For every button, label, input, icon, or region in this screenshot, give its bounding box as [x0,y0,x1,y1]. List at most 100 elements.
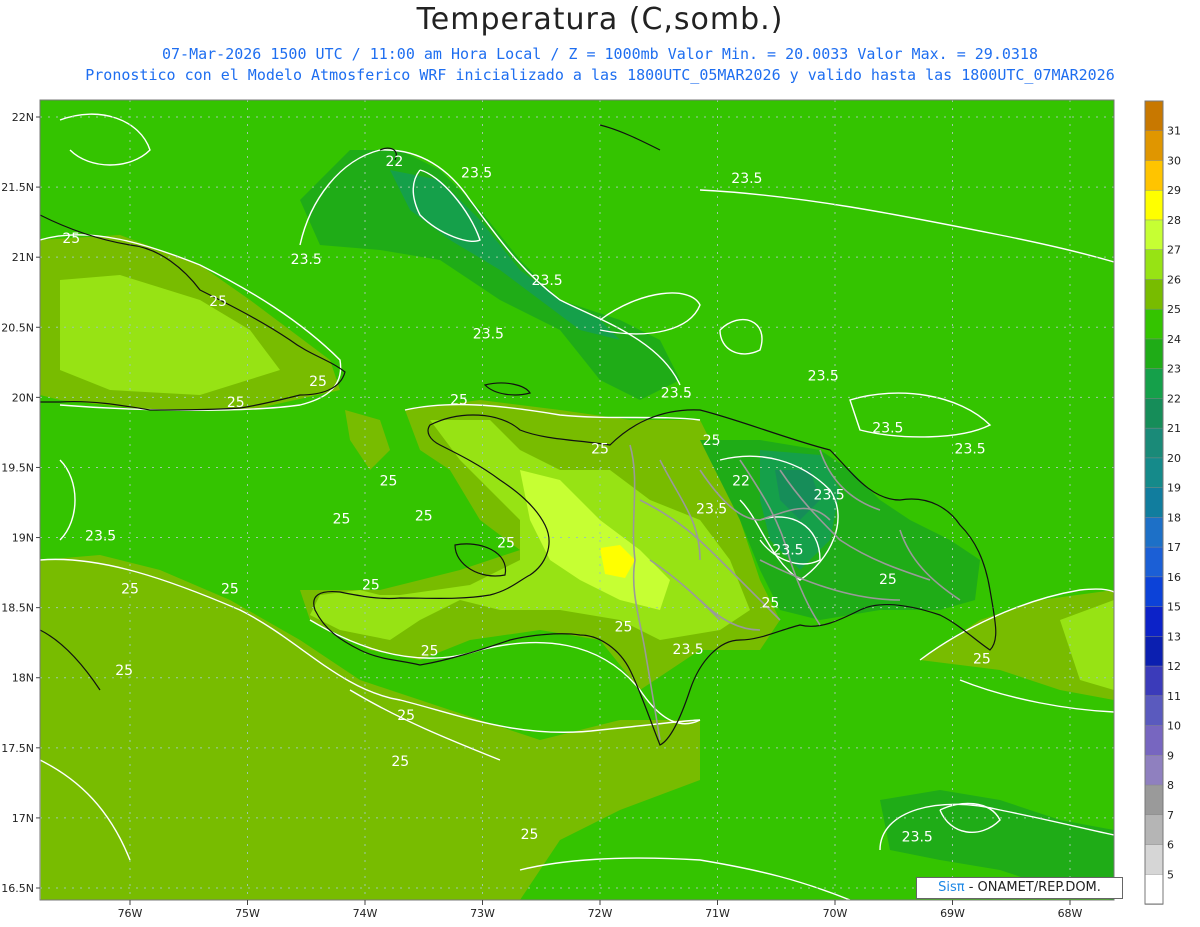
lat-label: 18N [12,672,34,685]
contour-label: 23.5 [85,528,116,544]
contour-label: 25 [397,708,415,724]
color-legend: 31 30 29 28 27 26 25 24 23 22 21 20 19 18 17 16 15 13 12 11… [1144,100,1181,905]
credit-text: - ONAMET/REP.DOM. [964,880,1101,895]
lon-label: 75W [235,907,260,920]
lon-label: 69W [940,907,965,920]
legend-label: 10 [1167,720,1181,733]
legend-swatch [1144,546,1164,578]
weather-map: 22N 21.5N 21N 20.5N 20N 19.5N 19N 18.5N 18N 17.5N… [1,99,1181,920]
legend-label: 22 [1167,392,1181,405]
credit-box: Sisπ - ONAMET/REP.DOM. [916,877,1123,899]
legend-swatch [1144,576,1164,608]
lat-label: 17N [12,812,34,825]
model-description-line: Pronostico con el Modelo Atmosferico WRF… [85,66,1115,84]
legend-label: 28 [1167,214,1181,227]
legend-label: 25 [1167,303,1181,316]
legend-label: 24 [1167,333,1181,346]
lon-label: 71W [705,907,730,920]
contour-label: 25 [761,596,779,612]
contour-label: 23.5 [872,420,903,436]
legend-label: 6 [1167,839,1174,852]
legend-swatch [1144,606,1164,638]
contour-label: 23.5 [532,273,563,289]
forecast-time-line: 07-Mar-2026 1500 UTC / 11:00 am Hora Loc… [162,45,1038,63]
contour-label: 25 [521,827,539,843]
contour-label: 25 [450,392,468,408]
lat-label: 22N [12,111,34,124]
lon-label: 74W [353,907,378,920]
legend-swatch [1144,457,1164,489]
contour-label: 23.5 [808,369,839,385]
contour-label: 25 [121,582,139,598]
lat-label: 19.5N [1,461,34,474]
contour-label: 25 [615,619,633,635]
contour-label: 25 [415,509,433,525]
legend-label: 17 [1167,541,1181,554]
lat-label: 19N [12,532,34,545]
contour-label: 25 [227,395,245,411]
legend-swatch [1144,368,1164,400]
credit-brand: Sisπ [938,880,965,895]
contour-label: 25 [879,572,897,588]
legend-label: 26 [1167,273,1181,286]
legend-swatch [1144,279,1164,310]
legend-label: 23 [1167,363,1181,376]
legend-swatch [1144,814,1164,846]
legend-swatch [1144,130,1164,162]
legend-swatch [1144,487,1164,519]
contour-label: 25 [309,374,327,390]
legend-label: 18 [1167,511,1181,524]
legend-swatch [1144,784,1164,816]
lon-label: 76W [118,907,143,920]
legend-label: 21 [1167,422,1181,435]
contour-label: 25 [703,433,721,449]
legend-label: 15 [1167,601,1181,614]
legend-label: 5 [1167,868,1174,881]
contour-label: 23.5 [731,171,762,187]
contour-label: 23.5 [461,165,492,181]
legend-swatch [1144,874,1164,905]
contour-label: 25 [362,577,380,593]
contour-label: 23.5 [473,326,504,342]
legend-swatch [1144,100,1164,132]
legend-label: 19 [1167,482,1181,495]
lon-label: 73W [470,907,495,920]
lat-label: 20N [12,391,34,404]
contour-label: 25 [333,512,351,528]
legend-swatch [1144,695,1164,727]
legend-swatch [1144,844,1164,876]
contour-label: 25 [380,474,398,490]
contour-label: 25 [115,663,133,679]
map-title: Temperatura (C,somb.) [416,2,784,37]
legend-swatch [1144,398,1164,429]
legend-swatch [1144,665,1164,697]
contour-label: 25 [221,582,239,598]
legend-swatch [1144,725,1164,757]
legend-label: 30 [1167,154,1181,167]
legend-swatch [1144,308,1164,340]
lat-label: 20.5N [1,321,34,334]
legend-label: 20 [1167,452,1181,465]
contour-label: 25 [62,231,80,247]
legend-swatch [1144,160,1164,191]
lat-label: 18.5N [1,602,34,615]
legend-swatch [1144,249,1164,281]
contour-label: 23.5 [814,488,845,504]
lat-label: 16.5N [1,882,34,895]
latitude-labels: 22N 21.5N 21N 20.5N 20N 19.5N 19N 18.5N 18N 17.5N… [1,111,40,895]
contour-label: 25 [497,535,515,551]
lon-label: 70W [823,907,848,920]
contour-label: 23.5 [661,385,692,401]
contour-label: 22 [385,154,403,170]
legend-label: 12 [1167,660,1181,673]
contour-label: 23.5 [673,642,704,658]
legend-swatch [1144,755,1164,786]
legend-label: 31 [1167,125,1181,138]
contour-label: 25 [973,652,991,668]
contour-label: 23.5 [696,502,727,518]
lon-label: 68W [1058,907,1083,920]
lat-label: 17.5N [1,742,34,755]
contour-label: 25 [209,294,227,310]
lat-label: 21.5N [1,181,34,194]
legend-label: 13 [1167,630,1181,643]
